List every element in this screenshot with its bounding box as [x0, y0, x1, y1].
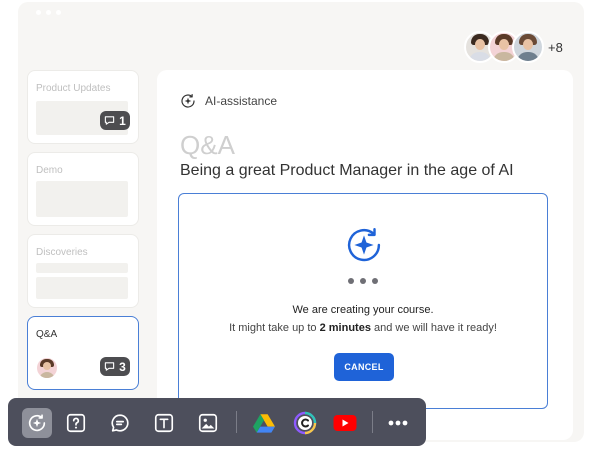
slide-card-qa[interactable]: Q&A 3: [27, 316, 139, 390]
chat-tool[interactable]: [105, 408, 135, 438]
bottom-toolbar: [8, 398, 426, 446]
youtube-icon: [333, 415, 357, 431]
comment-icon: [104, 362, 115, 371]
window-dot[interactable]: [46, 10, 51, 15]
ai-generate-icon: [347, 228, 381, 262]
comment-count: 3: [119, 359, 126, 374]
loading-indicator: [348, 278, 378, 284]
course-progress-box: We are creating your course. It might ta…: [178, 193, 548, 409]
avatar: [36, 357, 58, 379]
canva-icon: [293, 411, 317, 435]
google-drive-icon: [253, 414, 275, 433]
youtube-tool[interactable]: [330, 408, 360, 438]
progress-message: We are creating your course.: [292, 304, 434, 316]
question-tool[interactable]: [61, 408, 91, 438]
question-icon: [66, 413, 86, 433]
image-tool[interactable]: [193, 408, 223, 438]
slide-card-label: Product Updates: [36, 83, 111, 94]
google-drive-tool[interactable]: [249, 408, 279, 438]
ai-assist-icon: [181, 94, 195, 108]
avatar[interactable]: [512, 31, 544, 63]
comment-badge[interactable]: 3: [100, 357, 130, 376]
more-tool[interactable]: [383, 408, 413, 438]
window-dot[interactable]: [56, 10, 61, 15]
more-icon: [388, 420, 408, 426]
slide-card-product-updates[interactable]: Product Updates 1: [27, 70, 139, 144]
ai-assistance-header: AI-assistance: [179, 92, 277, 110]
ai-assist-icon: [28, 414, 46, 432]
toolbar-divider: [372, 411, 373, 433]
comment-badge[interactable]: 1: [100, 111, 130, 130]
chat-icon: [111, 414, 129, 432]
slide-thumbnail: [36, 181, 128, 217]
cancel-button[interactable]: CANCEL: [334, 353, 394, 381]
title-bar: [18, 2, 584, 22]
toolbar-divider: [236, 411, 237, 433]
page-title: Q&A: [180, 130, 235, 160]
ai-assistance-label: AI-assistance: [205, 94, 278, 108]
page-subtitle: Being a great Product Manager in the age…: [180, 162, 514, 179]
image-icon: [198, 413, 218, 433]
text-icon: [154, 413, 174, 433]
slide-thumbnail: [36, 277, 128, 299]
comment-icon: [104, 116, 115, 125]
canva-tool[interactable]: [290, 408, 320, 438]
text-tool[interactable]: [149, 408, 179, 438]
ai-assist-tool[interactable]: [22, 408, 52, 438]
slide-card-label: Demo: [36, 165, 63, 176]
slide-card-demo[interactable]: Demo: [27, 152, 139, 226]
slide-card-label: Q&A: [36, 329, 58, 340]
more-collaborators-count[interactable]: +8: [548, 40, 563, 55]
progress-submessage: It might take up to 2 minutes and we wil…: [229, 322, 497, 334]
slide-card-discoveries[interactable]: Discoveries: [27, 234, 139, 308]
slide-thumbnail: [36, 263, 128, 273]
slide-card-label: Discoveries: [36, 247, 88, 258]
window-dot[interactable]: [36, 10, 41, 15]
comment-count: 1: [119, 113, 126, 128]
